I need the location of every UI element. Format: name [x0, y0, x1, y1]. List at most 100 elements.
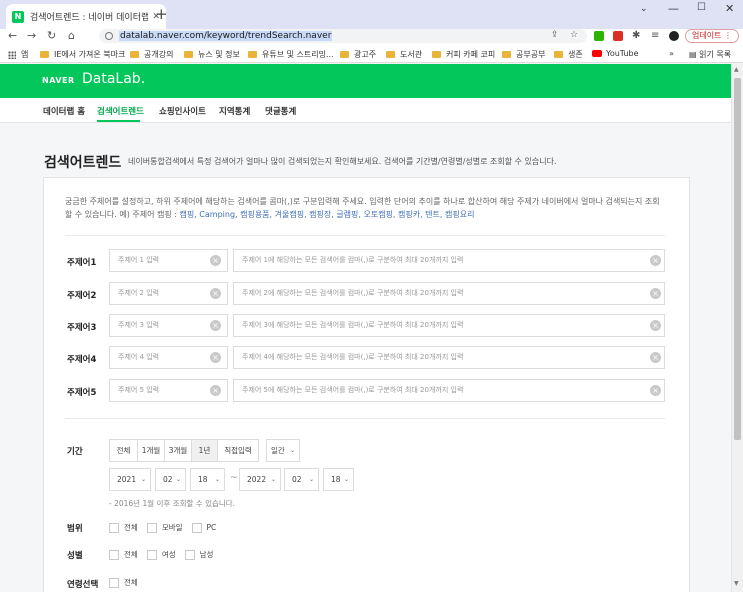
folder-icon — [248, 51, 257, 58]
address-bar[interactable]: datalab.naver.com/keyword/trendSearch.na… — [99, 29, 587, 43]
topic-label: 주제어5 — [67, 388, 97, 398]
clear-icon[interactable]: × — [210, 352, 221, 363]
chevron-down-icon: ⌄ — [289, 447, 295, 454]
range-label: 범위 — [67, 524, 83, 534]
nav-shopping-insight[interactable]: 쇼핑인사이트 — [159, 105, 206, 117]
scroll-down-icon[interactable]: ▼ — [734, 580, 739, 587]
reload-icon[interactable]: ↻ — [47, 29, 56, 43]
age-options: 전체 — [109, 577, 147, 588]
back-icon[interactable]: ← — [8, 29, 17, 43]
range-mobile-checkbox[interactable]: 모바일 — [146, 522, 183, 533]
bookmarks-bar: 앱 IE에서 가져온 북마크 공개강의 뉴스 및 정보 유튜브 및 스트리밍..… — [0, 46, 743, 63]
profile-avatar-icon[interactable] — [669, 31, 679, 41]
nav-active-indicator — [97, 120, 140, 122]
site-header: NAVER DataLab. — [0, 64, 731, 98]
end-day-select[interactable]: 18 ⌄ — [323, 468, 354, 491]
start-year-select[interactable]: 2021 ⌄ — [109, 468, 151, 491]
folder-icon — [502, 51, 511, 58]
bookmark-folder[interactable]: 도서관 — [386, 49, 422, 60]
bookmark-folder[interactable]: 생존 — [554, 49, 583, 60]
chevron-down-icon: ⌄ — [140, 476, 146, 483]
range-pc-checkbox[interactable]: PC — [191, 522, 216, 533]
topic-label: 주제어2 — [67, 291, 97, 301]
home-icon[interactable]: ⌂ — [68, 29, 75, 43]
period-1year-button[interactable]: 1년 — [192, 440, 218, 461]
bookmark-folder[interactable]: 공개강의 — [130, 49, 173, 60]
clear-icon[interactable]: × — [210, 288, 221, 299]
lock-icon[interactable] — [105, 32, 113, 40]
period-unit-select[interactable]: 일간 ⌄ — [266, 439, 300, 462]
bookmark-folder[interactable]: 공부공부 — [502, 49, 545, 60]
period-3month-button[interactable]: 3개월 — [165, 440, 192, 461]
clear-icon[interactable]: × — [210, 255, 221, 266]
bookmark-folder[interactable]: 뉴스 및 정보 — [184, 49, 240, 60]
end-year-select[interactable]: 2022 ⌄ — [239, 468, 281, 491]
period-all-button[interactable]: 전체 — [110, 440, 138, 461]
extensions-puzzle-icon[interactable]: ✱ — [632, 31, 642, 41]
bookmarks-more-icon[interactable]: » — [669, 49, 674, 58]
naver-logo[interactable]: NAVER — [42, 76, 75, 85]
nav-region-stats[interactable]: 지역통계 — [219, 105, 250, 117]
end-month-select[interactable]: 02 ⌄ — [284, 468, 319, 491]
date-range-separator: ~ — [230, 473, 238, 483]
extension-pdf-icon[interactable] — [613, 31, 623, 41]
page-scrollbar[interactable]: ▲ ▼ — [731, 64, 743, 592]
bookmark-folder[interactable]: 커피 카페 코피 — [432, 49, 495, 60]
bookmark-apps[interactable]: 앱 — [8, 49, 28, 60]
clear-icon[interactable]: × — [650, 320, 661, 331]
keyword-input[interactable]: 주제어 5에 해당하는 모든 검색어를 컴마(,)로 구분하여 최대 20개까지… — [233, 379, 665, 402]
start-month-select[interactable]: 02 ⌄ — [155, 468, 186, 491]
maximize-icon[interactable]: ☐ — [697, 2, 706, 13]
url-text[interactable]: datalab.naver.com/keyword/trendSearch.na… — [119, 31, 333, 41]
period-custom-button[interactable]: 직접입력 — [218, 440, 258, 461]
clear-icon[interactable]: × — [210, 320, 221, 331]
start-day-select[interactable]: 18 ⌄ — [190, 468, 225, 491]
window-close-icon[interactable]: ✕ — [725, 2, 734, 15]
reading-list-icon[interactable]: ≡ — [651, 31, 661, 41]
browser-tab[interactable]: N 검색어트렌드 : 네이버 데이터랩 ✕ — [6, 4, 166, 29]
reading-list-button[interactable]: ▤ 읽기 목록 — [689, 49, 731, 60]
gender-male-checkbox[interactable]: 남성 — [184, 549, 213, 560]
bookmark-folder[interactable]: 유튜브 및 스트리밍... — [248, 49, 334, 60]
bookmark-folder[interactable]: 광고주 — [340, 49, 376, 60]
range-all-checkbox[interactable]: 전체 — [109, 522, 138, 533]
nav-comment-stats[interactable]: 댓글통계 — [265, 105, 296, 117]
tab-search-icon[interactable]: ⌄ — [640, 4, 648, 14]
bookmark-folder[interactable]: IE에서 가져온 북마크 — [40, 49, 125, 60]
browser-tab-strip: N 검색어트렌드 : 네이버 데이터랩 ✕ + ⌄ — ☐ ✕ — [0, 0, 743, 29]
forward-icon[interactable]: → — [27, 29, 36, 43]
scroll-thumb[interactable] — [734, 78, 741, 440]
page-description: 네이버통합검색에서 특정 검색어가 얼마나 많이 검색되었는지 확인해보세요. … — [128, 157, 557, 166]
topic-label: 주제어3 — [67, 323, 97, 333]
clear-icon[interactable]: × — [650, 352, 661, 363]
bookmark-youtube[interactable]: YouTube — [592, 49, 639, 58]
gender-all-checkbox[interactable]: 전체 — [109, 549, 138, 560]
keyword-input[interactable]: 주제어 2에 해당하는 모든 검색어를 컴마(,)로 구분하여 최대 20개까지… — [233, 282, 665, 305]
folder-icon — [40, 51, 49, 58]
share-icon[interactable]: ⇪ — [551, 30, 559, 40]
clear-icon[interactable]: × — [650, 385, 661, 396]
scroll-up-icon[interactable]: ▲ — [734, 66, 739, 73]
keyword-input[interactable]: 주제어 4에 해당하는 모든 검색어를 컴마(,)로 구분하여 최대 20개까지… — [233, 346, 665, 369]
new-tab-icon[interactable]: + — [155, 6, 168, 22]
period-1month-button[interactable]: 1개월 — [138, 440, 165, 461]
keyword-input[interactable]: 주제어 1에 해당하는 모든 검색어를 컴마(,)로 구분하여 최대 20개까지… — [233, 249, 665, 272]
update-button[interactable]: 업데이트 ⋮ — [685, 29, 739, 43]
bookmark-star-icon[interactable]: ☆ — [570, 30, 578, 40]
minimize-icon[interactable]: — — [668, 2, 679, 15]
clear-icon[interactable]: × — [650, 255, 661, 266]
nav-datalab-home[interactable]: 데이터랩 홈 — [43, 105, 85, 117]
topic-label: 주제어4 — [67, 355, 97, 365]
page-title: 검색어트렌드 — [44, 155, 122, 171]
clear-icon[interactable]: × — [210, 385, 221, 396]
chevron-down-icon: ⌄ — [308, 476, 314, 483]
extension-evernote-icon[interactable] — [594, 31, 604, 41]
datalab-logo[interactable]: DataLab. — [82, 71, 145, 87]
folder-icon — [554, 51, 563, 58]
gender-female-checkbox[interactable]: 여성 — [146, 549, 176, 560]
nav-search-trend[interactable]: 검색어트렌드 — [97, 105, 144, 117]
clear-icon[interactable]: × — [650, 288, 661, 299]
age-all-checkbox[interactable]: 전체 — [109, 577, 138, 588]
period-options: 전체 1개월 3개월 1년 직접입력 — [109, 439, 259, 462]
keyword-input[interactable]: 주제어 3에 해당하는 모든 검색어를 컴마(,)로 구분하여 최대 20개까지… — [233, 314, 665, 337]
